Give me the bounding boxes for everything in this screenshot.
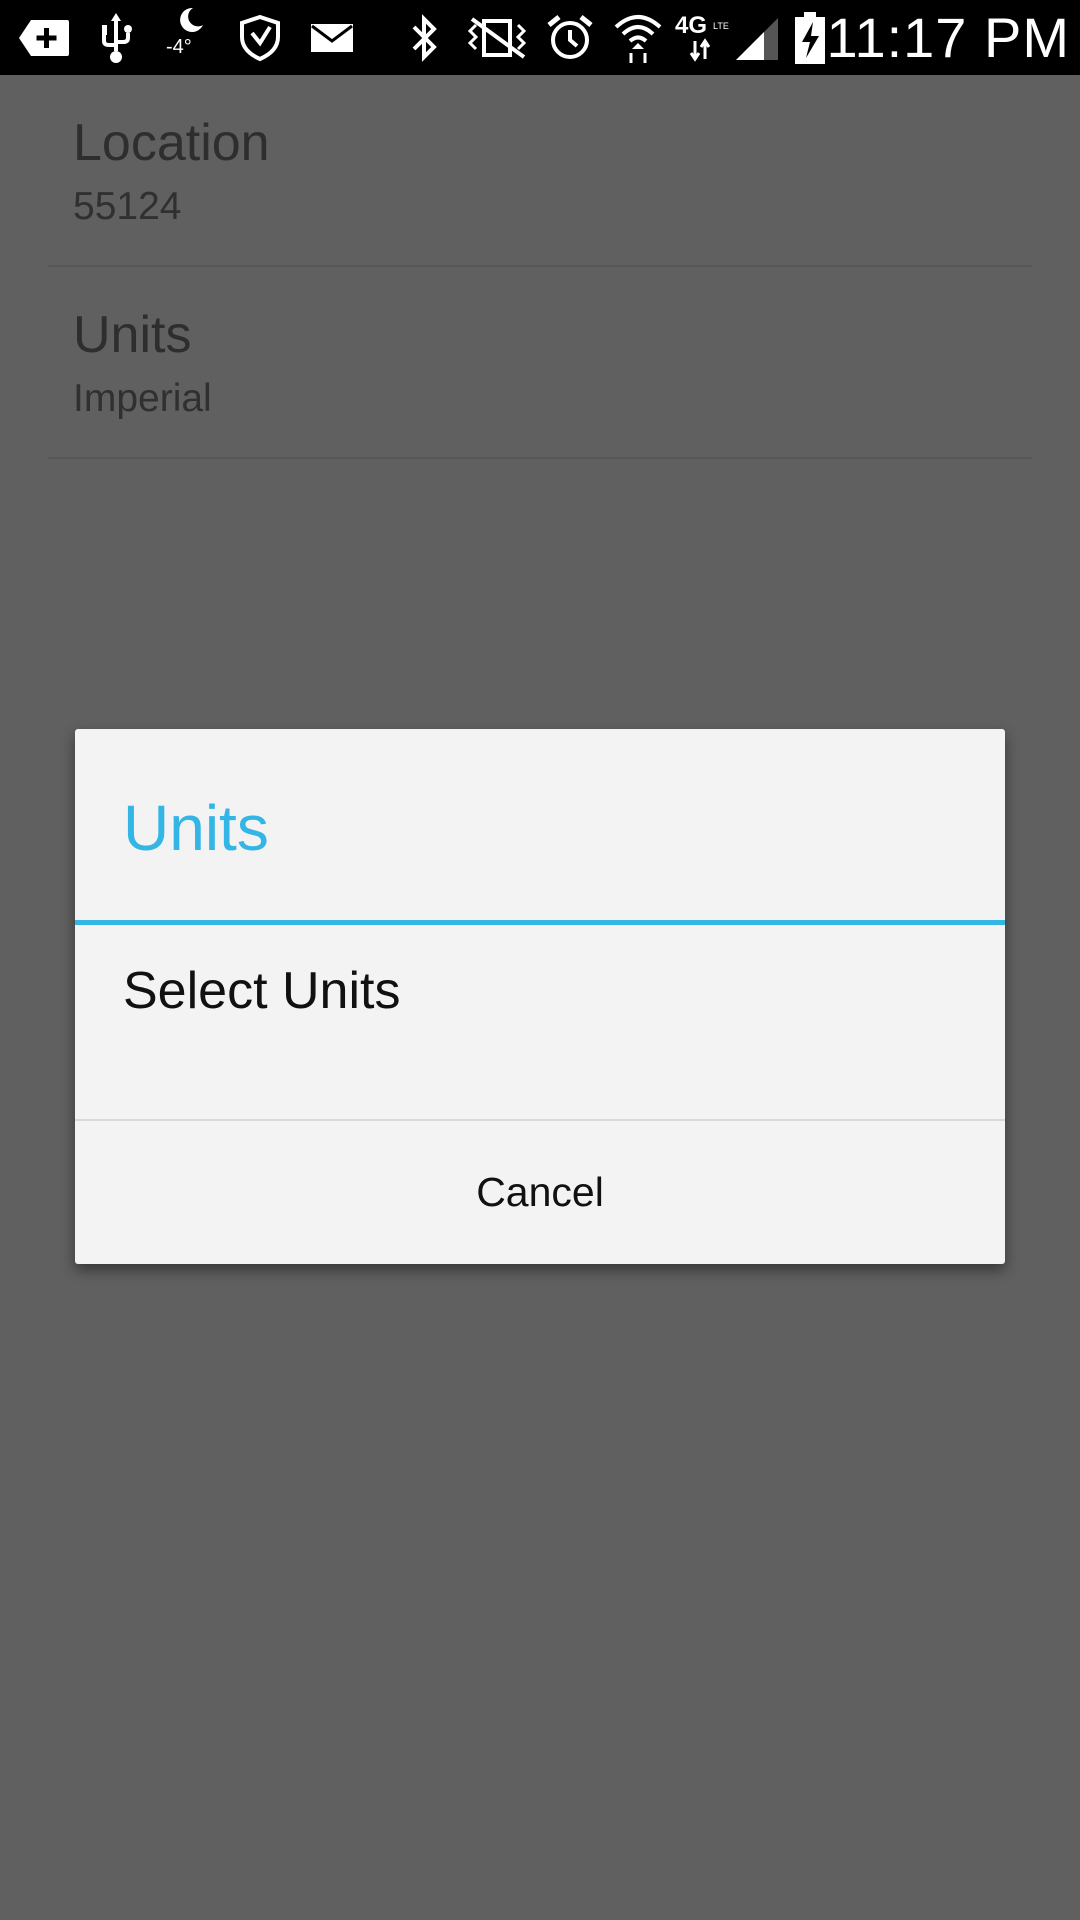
svg-text:4G: 4G	[675, 12, 707, 39]
preference-item-units[interactable]: Units Imperial	[48, 267, 1032, 459]
preference-item-location[interactable]: Location 55124	[48, 75, 1032, 267]
alarm-icon	[544, 0, 596, 75]
4g-lte-icon: 4G LTE	[672, 0, 732, 75]
email-icon	[308, 0, 356, 75]
vibrate-mute-icon	[460, 0, 534, 75]
settings-screen: -4° 4G LTE 11:17 PM Location 55124 Units…	[0, 0, 1080, 1920]
signal-strength-icon	[732, 0, 782, 75]
cancel-button[interactable]: Cancel	[75, 1121, 1005, 1264]
units-dialog: Units Select Units Cancel	[75, 729, 1005, 1264]
status-bar: -4° 4G LTE 11:17 PM	[0, 0, 1080, 75]
preference-summary: Imperial	[73, 377, 212, 420]
svg-text:LTE: LTE	[713, 21, 729, 31]
clock-time: 11:17 PM	[826, 6, 1070, 69]
wifi-icon	[612, 0, 664, 75]
battery-charging-icon	[790, 0, 830, 75]
preference-summary: 55124	[73, 185, 182, 228]
dialog-title: Units	[123, 792, 269, 864]
preference-list: Location 55124 Units Imperial	[0, 75, 1080, 459]
weather-moon-icon	[172, 0, 208, 40]
bluetooth-icon	[404, 0, 444, 75]
security-shield-icon	[234, 0, 286, 75]
add-notification-icon	[16, 0, 72, 75]
temperature-label: -4°	[166, 36, 192, 58]
usb-icon	[96, 0, 136, 75]
dialog-title-divider	[75, 920, 1005, 925]
preference-title: Location	[73, 114, 270, 172]
preference-title: Units	[73, 306, 192, 364]
dialog-message: Select Units	[123, 962, 401, 1020]
